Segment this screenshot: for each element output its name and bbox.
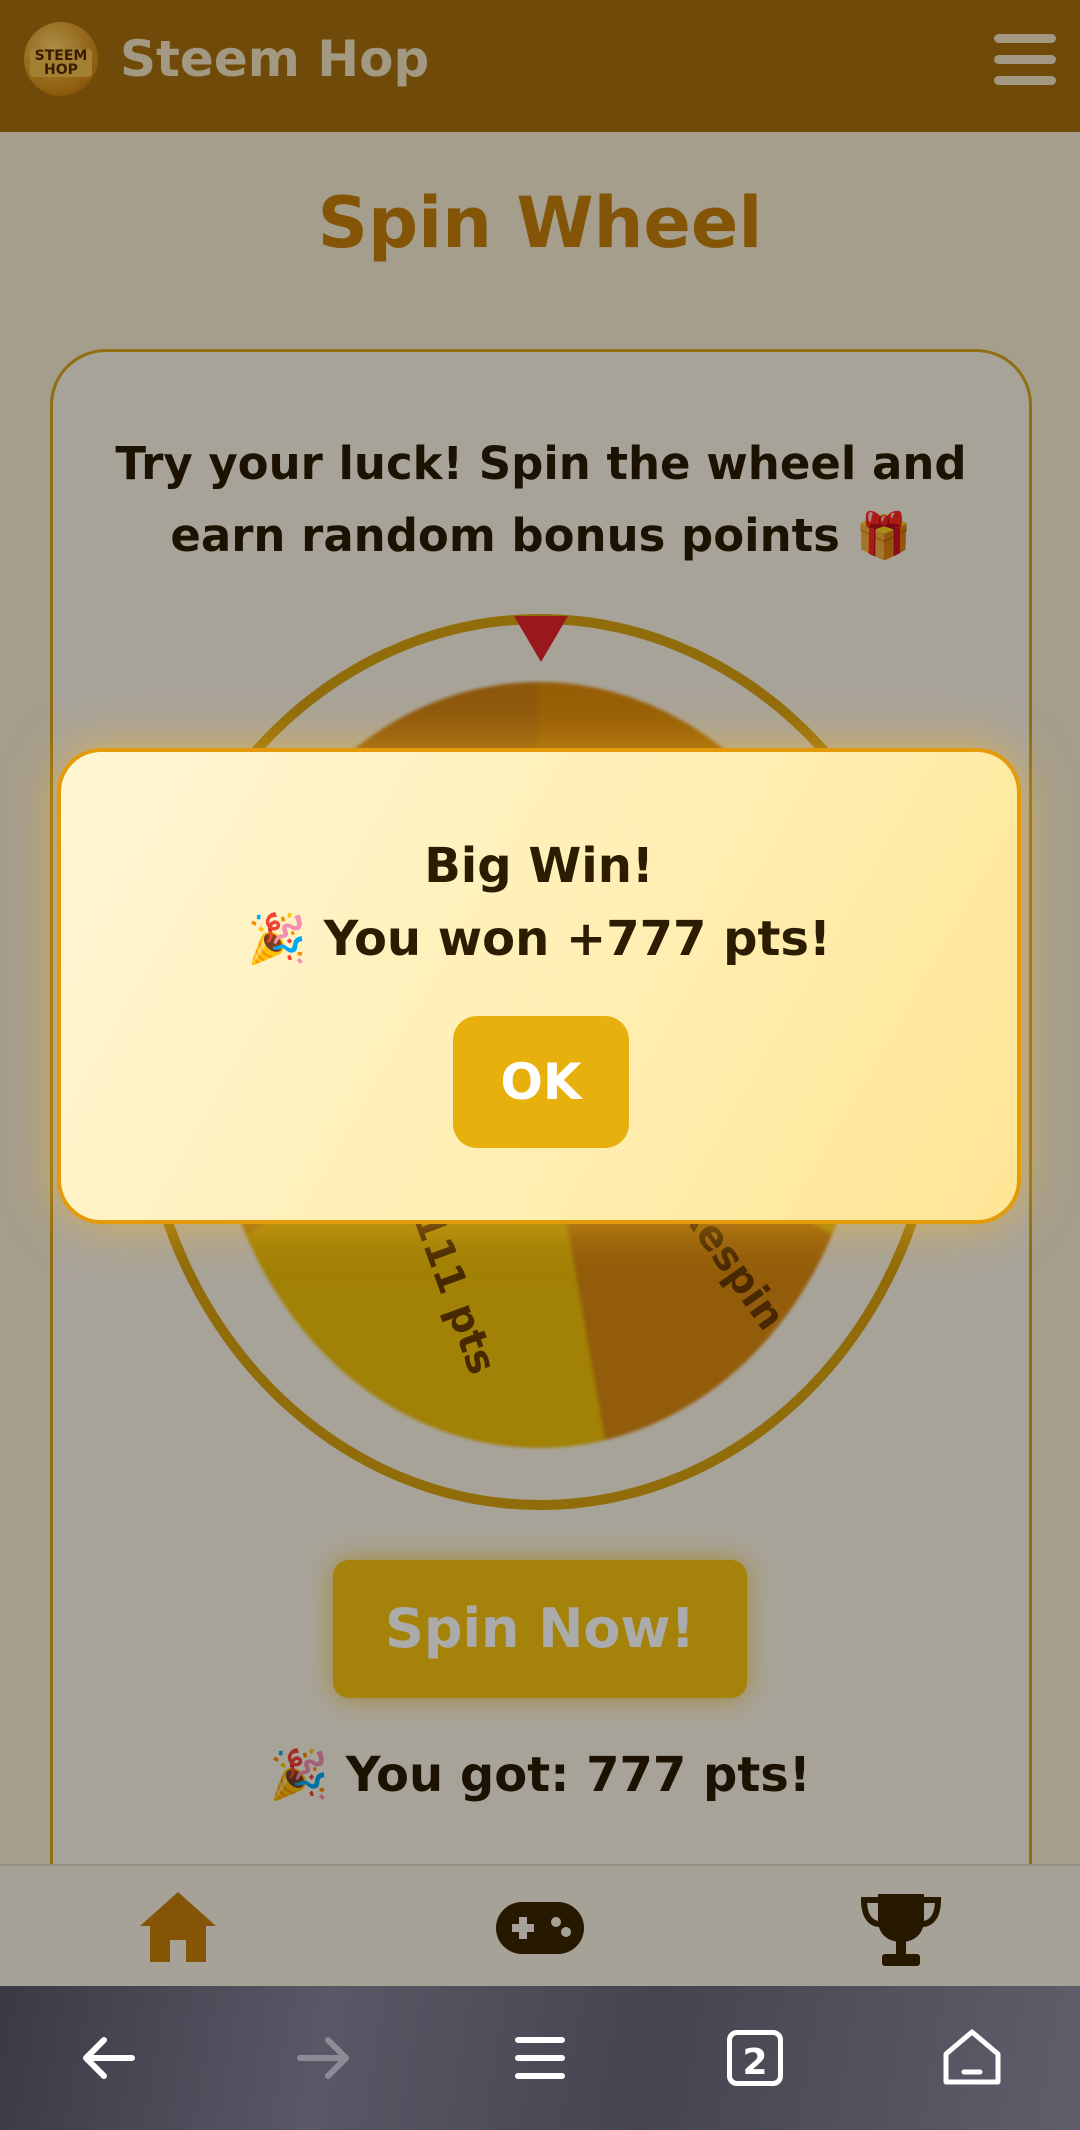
forward-arrow-icon[interactable] [288,2022,360,2094]
ok-button[interactable]: OK [453,1016,629,1148]
back-arrow-icon[interactable] [72,2022,144,2094]
modal-message: 🎉 You won +777 pts! [247,911,831,967]
app-screen: STEEM HOP Steem Hop Spin Wheel Try your … [0,0,1080,1986]
browser-home-icon[interactable] [936,2022,1008,2094]
modal-title: Big Win! [424,838,654,894]
win-modal: Big Win! 🎉 You won +777 pts! OK [57,748,1021,1224]
tab-count-button[interactable]: 2 [727,2030,783,2086]
browser-toolbar [0,1986,1080,2130]
menu-lines-icon[interactable] [504,2022,576,2094]
